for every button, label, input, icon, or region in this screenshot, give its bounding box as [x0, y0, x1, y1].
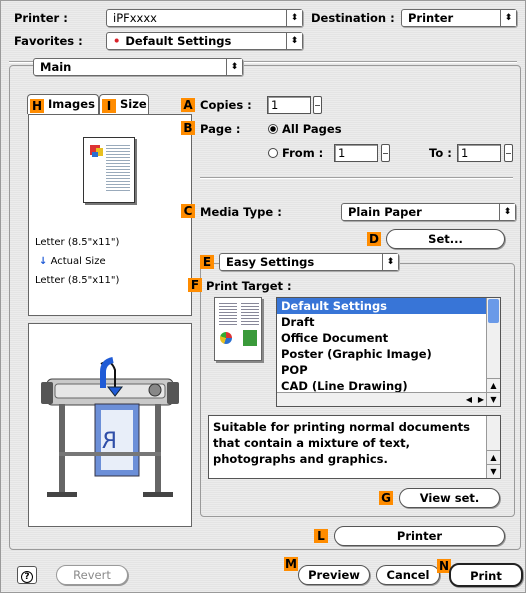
printer-label: Printer :: [14, 11, 68, 25]
paper-size-text: Letter (8.5"x11"): [35, 237, 120, 248]
print-button[interactable]: Print: [449, 563, 523, 587]
popup-arrows-icon: ⬍: [382, 254, 398, 270]
scroll-right-icon[interactable]: ▶: [478, 393, 484, 406]
callout-badge: A: [181, 98, 195, 112]
output-size-text: Letter (8.5"x11"): [35, 275, 120, 286]
list-scrollbar[interactable]: ▲ ▼: [486, 298, 500, 406]
bullet-icon: •: [113, 34, 121, 48]
destination-value: Printer: [408, 11, 454, 25]
list-item[interactable]: POP: [277, 362, 500, 378]
media-type-label: Media Type :: [200, 205, 282, 219]
to-page-stepper[interactable]: [504, 144, 513, 162]
destination-label: Destination :: [311, 11, 395, 25]
from-page-input[interactable]: 1: [334, 144, 378, 162]
settings-mode-popup[interactable]: Easy Settings ⬍: [219, 253, 399, 271]
scroll-up-icon[interactable]: ▲: [487, 378, 500, 392]
all-pages-radio[interactable]: All Pages: [268, 122, 342, 136]
print-dialog: Printer : iPFxxxx ⬍ Destination : Printe…: [0, 0, 526, 593]
target-description-box: Suitable for printing normal documents t…: [208, 415, 501, 479]
copies-label: Copies :: [200, 98, 252, 112]
callout-badge: F: [188, 278, 202, 292]
callout-badge: D: [367, 232, 381, 246]
settings-mode-value: Easy Settings: [226, 255, 315, 269]
tab-size[interactable]: I Size: [99, 94, 149, 114]
help-icon[interactable]: ?: [17, 566, 37, 584]
callout-badge: E: [200, 255, 214, 269]
callout-badge: I: [102, 99, 116, 113]
tab-images[interactable]: H Images: [27, 94, 99, 114]
popup-arrows-icon: ⬍: [226, 59, 242, 75]
document-type-icon: [214, 297, 262, 361]
list-item[interactable]: Poster (Graphic Image): [277, 346, 500, 362]
radio-icon: [268, 148, 278, 158]
view-settings-button[interactable]: View set.: [399, 488, 500, 508]
copies-stepper[interactable]: [313, 96, 322, 114]
scroll-down-icon[interactable]: ▼: [487, 464, 500, 478]
print-target-label: Print Target :: [206, 279, 292, 293]
printer-value: iPFxxxx: [113, 11, 157, 25]
copies-input[interactable]: 1: [267, 96, 311, 114]
scroll-up-icon[interactable]: ▲: [487, 450, 500, 464]
scale-label: Actual Size: [50, 256, 106, 267]
list-item[interactable]: Draft: [277, 314, 500, 330]
to-label: To :: [429, 146, 452, 160]
separator: [200, 177, 513, 179]
favorites-popup[interactable]: • Default Settings ⬍: [106, 32, 303, 50]
callout-badge: L: [314, 529, 328, 543]
help-glyph: ?: [21, 571, 33, 583]
printer-popup[interactable]: iPFxxxx ⬍: [106, 9, 303, 27]
target-description-text: Suitable for printing normal documents t…: [213, 420, 471, 466]
media-type-popup[interactable]: Plain Paper ⬍: [341, 203, 516, 221]
description-scrollbar[interactable]: ▲ ▼: [486, 416, 500, 478]
popup-arrows-icon: ⬍: [500, 10, 516, 26]
printer-illustration: R: [28, 323, 192, 527]
page-thumbnail-icon: [83, 137, 135, 203]
radio-selected-icon: [268, 124, 278, 134]
tab-label: Images: [48, 97, 95, 111]
cancel-button[interactable]: Cancel: [376, 565, 440, 585]
scale-arrow-icon: ↓: [39, 256, 48, 267]
media-type-value: Plain Paper: [348, 205, 422, 219]
callout-badge: C: [181, 204, 195, 218]
callout-badge: H: [30, 99, 44, 113]
callout-badge: B: [181, 121, 195, 135]
print-target-list[interactable]: Default Settings Draft Office Document Post…: [276, 297, 501, 407]
panel-value: Main: [40, 60, 72, 74]
to-page-input[interactable]: 1: [457, 144, 501, 162]
callout-badge: M: [284, 557, 298, 571]
panel-popup[interactable]: Main ⬍: [33, 58, 243, 76]
destination-popup[interactable]: Printer ⬍: [401, 9, 517, 27]
preview-button[interactable]: Preview: [298, 565, 370, 585]
tab-label: Size: [120, 97, 147, 111]
popup-arrows-icon: ⬍: [286, 33, 302, 49]
from-page-stepper[interactable]: [381, 144, 390, 162]
list-item[interactable]: Default Settings: [277, 298, 500, 314]
scroll-down-icon[interactable]: ▼: [487, 392, 500, 406]
popup-arrows-icon: ⬍: [286, 10, 302, 26]
page-preview: Letter (8.5"x11") ↓ Actual Size Letter (…: [28, 114, 192, 316]
popup-arrows-icon: ⬍: [499, 204, 515, 220]
large-format-printer-icon: R: [41, 357, 179, 497]
favorites-value: Default Settings: [125, 34, 232, 48]
scroll-thumb[interactable]: [488, 299, 499, 323]
list-item[interactable]: Office Document: [277, 330, 500, 346]
revert-button[interactable]: Revert: [56, 565, 128, 585]
all-pages-label: All Pages: [282, 122, 342, 136]
printer-button[interactable]: Printer: [334, 526, 505, 546]
from-radio[interactable]: From :: [268, 146, 323, 160]
media-set-button[interactable]: Set...: [386, 229, 505, 249]
list-hscrollbar[interactable]: ◀ ▶: [277, 392, 486, 406]
page-label: Page :: [200, 122, 241, 136]
svg-text:R: R: [102, 429, 117, 454]
callout-badge: G: [379, 491, 393, 505]
favorites-label: Favorites :: [14, 34, 83, 48]
scroll-left-icon[interactable]: ◀: [466, 393, 472, 406]
from-label: From :: [282, 146, 324, 160]
scale-row: ↓ Actual Size: [39, 256, 106, 267]
